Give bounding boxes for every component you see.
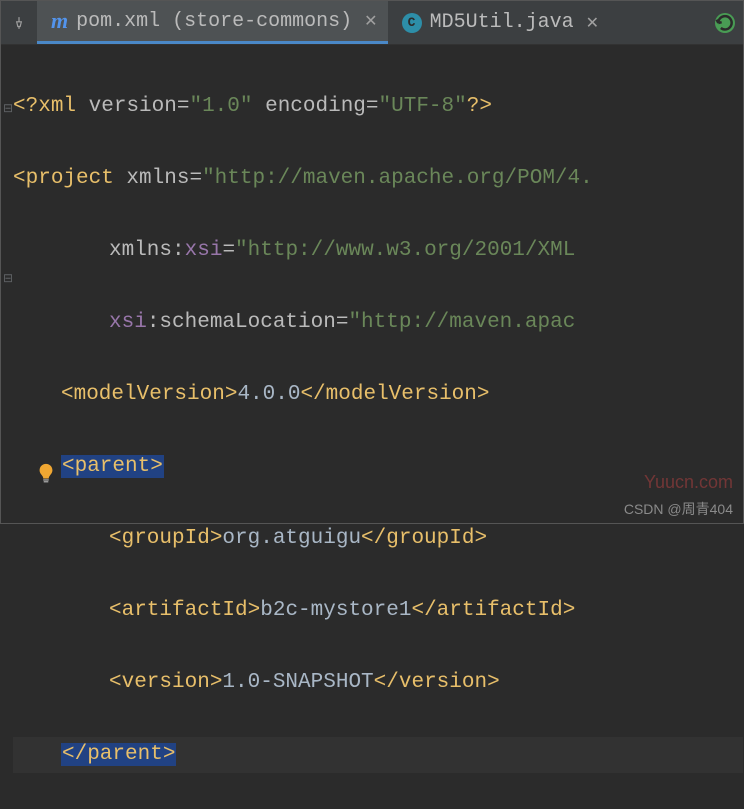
- code-editor[interactable]: <?xml version="1.0" encoding="UTF-8"?> <…: [1, 45, 743, 809]
- matched-tag-close: </parent>: [61, 743, 176, 766]
- tab-label: pom.xml (store-commons): [76, 10, 352, 33]
- close-icon[interactable]: ✕: [582, 13, 599, 33]
- close-icon[interactable]: ✕: [360, 11, 377, 31]
- code-line: xsi:schemaLocation="http://maven.apac: [13, 305, 743, 341]
- code-line: <project xmlns="http://maven.apache.org/…: [13, 161, 743, 197]
- code-line: <version>1.0-SNAPSHOT</version>: [13, 665, 743, 701]
- reload-icon: [715, 13, 735, 33]
- lightbulb-icon: [35, 462, 57, 484]
- intention-bulb[interactable]: [35, 462, 57, 491]
- code-line: <?xml version="1.0" encoding="UTF-8"?>: [13, 89, 743, 125]
- footer-credit: CSDN @周青404: [624, 499, 733, 519]
- fold-marker[interactable]: ⊟: [3, 101, 13, 116]
- matched-tag-open: <parent>: [61, 455, 164, 478]
- fold-marker[interactable]: ⊟: [3, 271, 13, 286]
- code-line: </parent>: [13, 737, 743, 773]
- tab-label: MD5Util.java: [430, 11, 574, 34]
- tab-md5util[interactable]: C MD5Util.java ✕: [388, 1, 609, 44]
- pin-icon: [12, 16, 26, 30]
- tab-pom-xml[interactable]: m pom.xml (store-commons) ✕: [37, 1, 388, 44]
- code-line: <modelVersion>4.0.0</modelVersion>: [13, 377, 743, 413]
- java-class-icon: C: [402, 13, 422, 33]
- code-line: xmlns:xsi="http://www.w3.org/2001/XML: [13, 233, 743, 269]
- maven-icon: m: [51, 8, 68, 34]
- tab-bar: m pom.xml (store-commons) ✕ C MD5Util.ja…: [1, 1, 743, 45]
- watermark: Yuucn.com: [644, 472, 733, 493]
- tab-pin-slot[interactable]: [1, 1, 37, 44]
- code-line: <groupId>org.atguigu</groupId>: [13, 521, 743, 557]
- reload-button[interactable]: [707, 1, 743, 44]
- code-line: <parent>: [13, 449, 743, 485]
- code-line: <artifactId>b2c-mystore1</artifactId>: [13, 593, 743, 629]
